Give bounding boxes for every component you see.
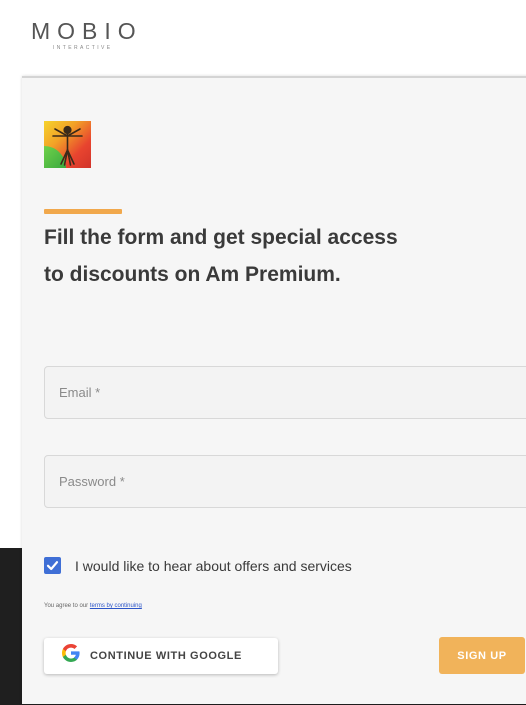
google-button-label: CONTINUE WITH GOOGLE (90, 650, 242, 662)
checkmark-icon (46, 561, 59, 571)
mobio-logo[interactable]: MOBIO INTERACTIVE (31, 18, 143, 51)
form-headline: Fill the form and get special access to … (44, 226, 398, 286)
logo-subtext: INTERACTIVE (53, 45, 113, 51)
offers-consent-label: I would like to hear about offers and se… (75, 557, 352, 574)
google-icon (60, 644, 82, 668)
site-header: MOBIO INTERACTIVE (0, 0, 526, 74)
password-input[interactable] (45, 456, 526, 507)
sign-up-button[interactable]: SIGN UP (439, 637, 525, 674)
offers-checkbox[interactable] (44, 557, 61, 574)
continue-with-google-button[interactable]: CONTINUE WITH GOOGLE (44, 638, 278, 674)
password-field[interactable] (44, 455, 526, 508)
vitruvian-man-app-icon (44, 121, 91, 168)
signup-card: Fill the form and get special access to … (22, 76, 526, 704)
vitruvian-figure-icon (52, 125, 83, 166)
logo-text: MOBIO (31, 18, 143, 44)
terms-notice: You agree to our terms by continuing (44, 603, 142, 609)
terms-prefix: You agree to our (44, 603, 90, 609)
headline-accent-bar (44, 209, 122, 214)
email-input[interactable] (45, 367, 526, 418)
email-field[interactable] (44, 366, 526, 419)
offers-consent[interactable]: I would like to hear about offers and se… (44, 557, 352, 574)
terms-link[interactable]: terms by continuing (90, 603, 142, 609)
